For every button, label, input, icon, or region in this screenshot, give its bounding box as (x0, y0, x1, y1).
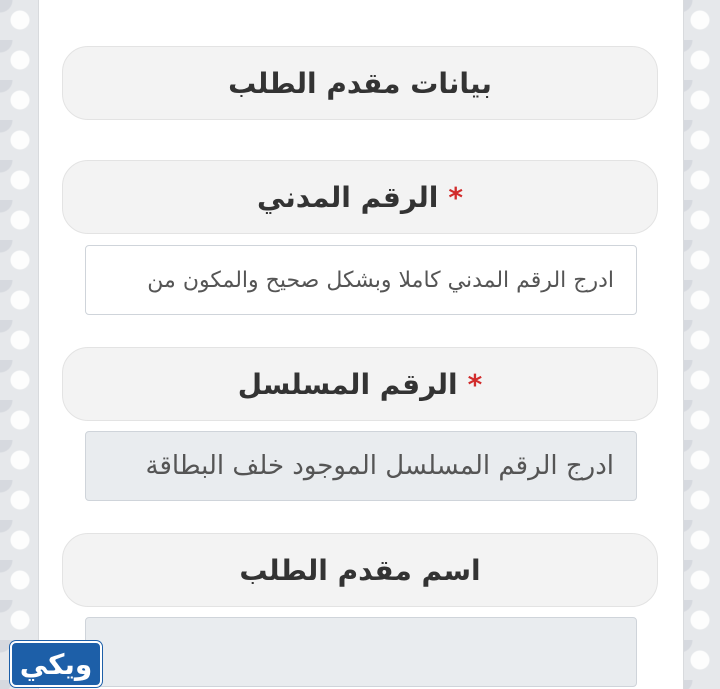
applicant-name-input[interactable] (85, 617, 637, 687)
watermark-text: ويكي (19, 647, 93, 681)
required-asterisk: * (467, 367, 483, 401)
background-pattern-right (680, 0, 720, 689)
serial-number-label: * الرقم المسلسل (62, 347, 658, 421)
required-asterisk: * (448, 180, 464, 214)
civil-id-label-text: الرقم المدني (256, 180, 439, 214)
civil-id-label: * الرقم المدني (62, 160, 658, 234)
civil-id-input[interactable] (85, 245, 637, 315)
section-title: بيانات مقدم الطلب (62, 46, 658, 120)
serial-number-input[interactable] (85, 431, 637, 501)
background-pattern-left (0, 0, 40, 689)
serial-number-label-text: الرقم المسلسل (237, 367, 458, 401)
site-watermark-logo: ويكي (10, 641, 102, 687)
applicant-name-label: اسم مقدم الطلب (62, 533, 658, 607)
section-title-text: بيانات مقدم الطلب (228, 66, 492, 100)
form-card: بيانات مقدم الطلب * الرقم المدني * الرقم… (38, 0, 684, 689)
applicant-name-label-text: اسم مقدم الطلب (239, 553, 481, 587)
